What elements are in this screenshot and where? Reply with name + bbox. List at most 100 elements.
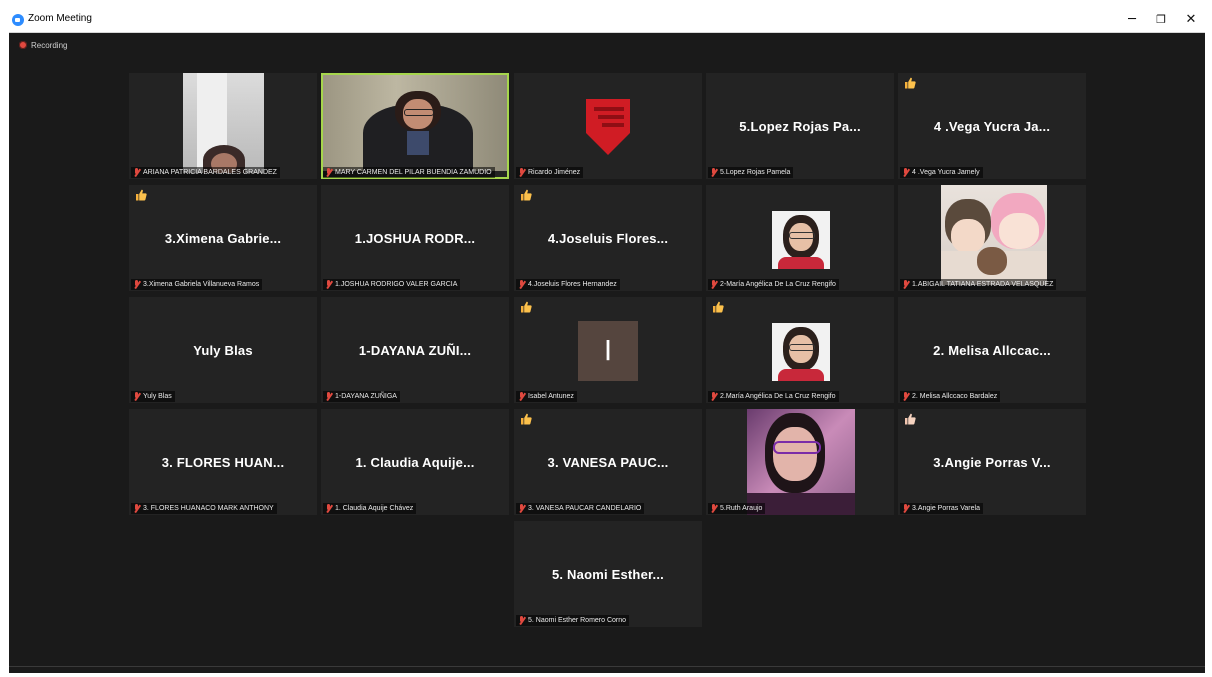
participant-tile[interactable]: 1.ABIGAIL TATIANA ESTRADA VELASQUEZ [898,185,1086,291]
thumbs-up-reaction-icon [520,301,532,313]
participant-display-name: 3.Ximena Gabrie... [164,231,282,246]
thumbs-up-reaction-icon [520,413,532,425]
participant-name-label: 5.Lopez Rojas Pamela [720,169,791,176]
participant-name-tag: 3.Angie Porras Varela [900,503,983,514]
participant-tile[interactable]: 2-María Angélica De La Cruz Rengifo [706,185,894,291]
participant-avatar: I [578,321,638,381]
participant-name-tag: 3. FLORES HUANACO MARK ANTHONY [131,503,277,514]
participant-name-tag: 5.Ruth Araujo [708,503,766,514]
participant-name-tag: Ricardo Jiménez [516,167,584,178]
participant-name-label: 3.Angie Porras Varela [912,505,980,512]
participant-tile[interactable]: 5.Ruth Araujo [706,409,894,515]
participant-tile[interactable]: 4.Joseluis Flores... 4.Joseluis Flores H… [514,185,702,291]
muted-mic-icon [518,168,525,177]
thumbs-up-reaction-icon [135,189,147,201]
thumbs-up-reaction-icon [904,413,916,425]
muted-mic-icon [325,504,332,513]
participant-tile[interactable]: Yuly Blas Yuly Blas [129,297,317,403]
participant-name-label: 3. FLORES HUANACO MARK ANTHONY [143,505,274,512]
meeting-controls-bar [9,666,1205,673]
participant-tile[interactable]: 3.Angie Porras V... 3.Angie Porras Varel… [898,409,1086,515]
muted-mic-icon [133,392,140,401]
participant-name-label: 1-DAYANA ZUÑIGA [335,393,397,400]
participant-display-name: 4 .Vega Yucra Ja... [933,119,1051,134]
participant-tile[interactable]: 5.Lopez Rojas Pa... 5.Lopez Rojas Pamela [706,73,894,179]
participant-name-label: 2-María Angélica De La Cruz Rengifo [720,281,836,288]
participant-photo [772,323,830,381]
muted-mic-icon [518,504,525,513]
participant-name-tag: 5.Lopez Rojas Pamela [708,167,794,178]
muted-mic-icon [902,392,909,401]
participant-name-label: Yuly Blas [143,393,172,400]
muted-mic-icon [325,392,332,401]
muted-mic-icon [710,280,717,289]
participant-name-label: 1.JOSHUA RODRIGO VALER GARCIA [335,281,458,288]
muted-mic-icon [518,392,525,401]
participant-name-tag: 4 .Vega Yucra Jamely [900,167,983,178]
muted-mic-icon [133,168,140,177]
zoom-window: Zoom Meeting ─ ❐ ✕ Recording ARIANA PATR… [9,9,1205,673]
participant-name-label: 4.Joseluis Flores Hernandez [528,281,617,288]
participant-name-tag: 2.María Angélica De La Cruz Rengifo [708,391,839,402]
participant-tile[interactable]: MARY CARMEN DEL PILAR BUENDIA ZAMUDIO [321,73,509,179]
participant-name-label: 3. VANESA PAUCAR CANDELARIO [528,505,642,512]
participant-photo [747,409,855,515]
participant-name-tag: 1.ABIGAIL TATIANA ESTRADA VELASQUEZ [900,279,1057,290]
participant-name-label: 5.Ruth Araujo [720,505,763,512]
participant-tile[interactable]: 4 .Vega Yucra Ja... 4 .Vega Yucra Jamely [898,73,1086,179]
participant-name-label: 2.María Angélica De La Cruz Rengifo [720,393,836,400]
participant-display-name: 5.Lopez Rojas Pa... [739,119,861,134]
participant-tile[interactable]: Ricardo Jiménez [514,73,702,179]
participant-display-name: 1.JOSHUA RODR... [354,231,476,246]
participant-name-tag: 1.JOSHUA RODRIGO VALER GARCIA [323,279,461,290]
participant-tile[interactable]: 1.JOSHUA RODR... 1.JOSHUA RODRIGO VALER … [321,185,509,291]
participant-display-name: Yuly Blas [193,343,253,358]
participant-name-tag: ARIANA PATRICIA BARDALES GRANDEZ [131,167,280,178]
participant-name-label: 3.Ximena Gabriela Villanueva Ramos [143,281,260,288]
muted-mic-icon [325,168,332,177]
muted-mic-icon [902,168,909,177]
participant-display-name: 2. Melisa Allccac... [933,343,1051,358]
participant-name-tag: 3.Ximena Gabriela Villanueva Ramos [131,279,263,290]
participant-name-tag: 1-DAYANA ZUÑIGA [323,391,400,402]
participant-tile[interactable]: 5. Naomi Esther... 5. Naomi Esther Romer… [514,521,702,627]
participant-display-name: 1. Claudia Aquije... [355,455,475,470]
participant-display-name: 5. Naomi Esther... [552,567,664,582]
participant-tile[interactable]: 2. Melisa Allccac... 2. Melisa Allccaco … [898,297,1086,403]
participant-name-tag: 1. Claudia Aquije Chávez [323,503,417,514]
participant-display-name: 3. FLORES HUAN... [161,455,285,470]
thumbs-up-reaction-icon [520,189,532,201]
participant-name-tag: 3. VANESA PAUCAR CANDELARIO [516,503,645,514]
participant-name-label: MARY CARMEN DEL PILAR BUENDIA ZAMUDIO [335,169,492,176]
university-logo-icon [584,95,632,157]
participant-name-label: Isabel Antunez [528,393,574,400]
participant-tile[interactable]: 2.María Angélica De La Cruz Rengifo [706,297,894,403]
participant-tile[interactable]: 1. Claudia Aquije... 1. Claudia Aquije C… [321,409,509,515]
participant-name-label: ARIANA PATRICIA BARDALES GRANDEZ [143,169,277,176]
participant-tile[interactable]: ARIANA PATRICIA BARDALES GRANDEZ [129,73,317,179]
participant-name-tag: Isabel Antunez [516,391,577,402]
participant-video [183,73,264,173]
participant-tile[interactable]: 3. FLORES HUAN... 3. FLORES HUANACO MARK… [129,409,317,515]
participant-name-tag: 2. Melisa Allccaco Bardalez [900,391,1001,402]
participant-name-label: 4 .Vega Yucra Jamely [912,169,980,176]
participant-tile[interactable]: 3.Ximena Gabrie... 3.Ximena Gabriela Vil… [129,185,317,291]
participant-name-tag: MARY CARMEN DEL PILAR BUENDIA ZAMUDIO [323,167,495,178]
muted-mic-icon [902,504,909,513]
participant-name-tag: 4.Joseluis Flores Hernandez [516,279,620,290]
participant-name-tag: 2-María Angélica De La Cruz Rengifo [708,279,839,290]
participant-name-label: 2. Melisa Allccaco Bardalez [912,393,998,400]
participant-name-label: 1. Claudia Aquije Chávez [335,505,414,512]
participant-photo [941,185,1047,285]
participant-tile[interactable]: 1-DAYANA ZUÑI... 1-DAYANA ZUÑIGA [321,297,509,403]
participant-name-tag: Yuly Blas [131,391,175,402]
participant-display-name: 3.Angie Porras V... [933,455,1051,470]
muted-mic-icon [710,392,717,401]
muted-mic-icon [902,280,909,289]
participant-tile[interactable]: 3. VANESA PAUC... 3. VANESA PAUCAR CANDE… [514,409,702,515]
participant-name-label: 1.ABIGAIL TATIANA ESTRADA VELASQUEZ [912,281,1054,288]
participant-name-label: Ricardo Jiménez [528,169,581,176]
participant-tile[interactable]: I Isabel Antunez [514,297,702,403]
participant-name-tag: 5. Naomi Esther Romero Corno [516,615,630,626]
muted-mic-icon [518,616,525,625]
